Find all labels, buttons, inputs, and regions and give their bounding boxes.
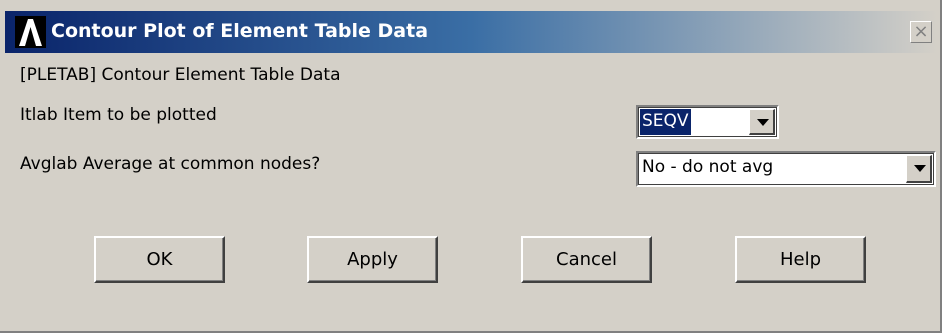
itlab-select[interactable]: SEQV: [636, 105, 779, 139]
command-description: [PLETAB] Contour Element Table Data: [20, 65, 341, 85]
apply-button[interactable]: Apply: [307, 236, 438, 283]
close-button[interactable]: ×: [910, 21, 932, 43]
avglab-dropdown-button[interactable]: [906, 155, 932, 183]
avglab-label: Avglab Average at common nodes?: [20, 154, 321, 174]
cancel-button[interactable]: Cancel: [521, 236, 652, 283]
chevron-down-icon: [757, 119, 769, 126]
avglab-select[interactable]: No - do not avg: [636, 151, 936, 187]
title-bar[interactable]: Contour Plot of Element Table Data ×: [5, 11, 937, 53]
itlab-selected-value: SEQV: [640, 109, 691, 135]
ok-button[interactable]: OK: [94, 236, 225, 283]
window-title: Contour Plot of Element Table Data: [51, 20, 429, 42]
itlab-label: Itlab Item to be plotted: [20, 105, 217, 125]
help-button[interactable]: Help: [735, 236, 866, 283]
close-icon: ×: [913, 21, 929, 42]
avglab-selected-value: No - do not avg: [642, 157, 774, 177]
contour-plot-dialog: Contour Plot of Element Table Data × [PL…: [0, 0, 942, 333]
ansys-logo-icon: [15, 16, 46, 48]
chevron-down-icon: [914, 165, 926, 172]
itlab-dropdown-button[interactable]: [749, 109, 775, 135]
